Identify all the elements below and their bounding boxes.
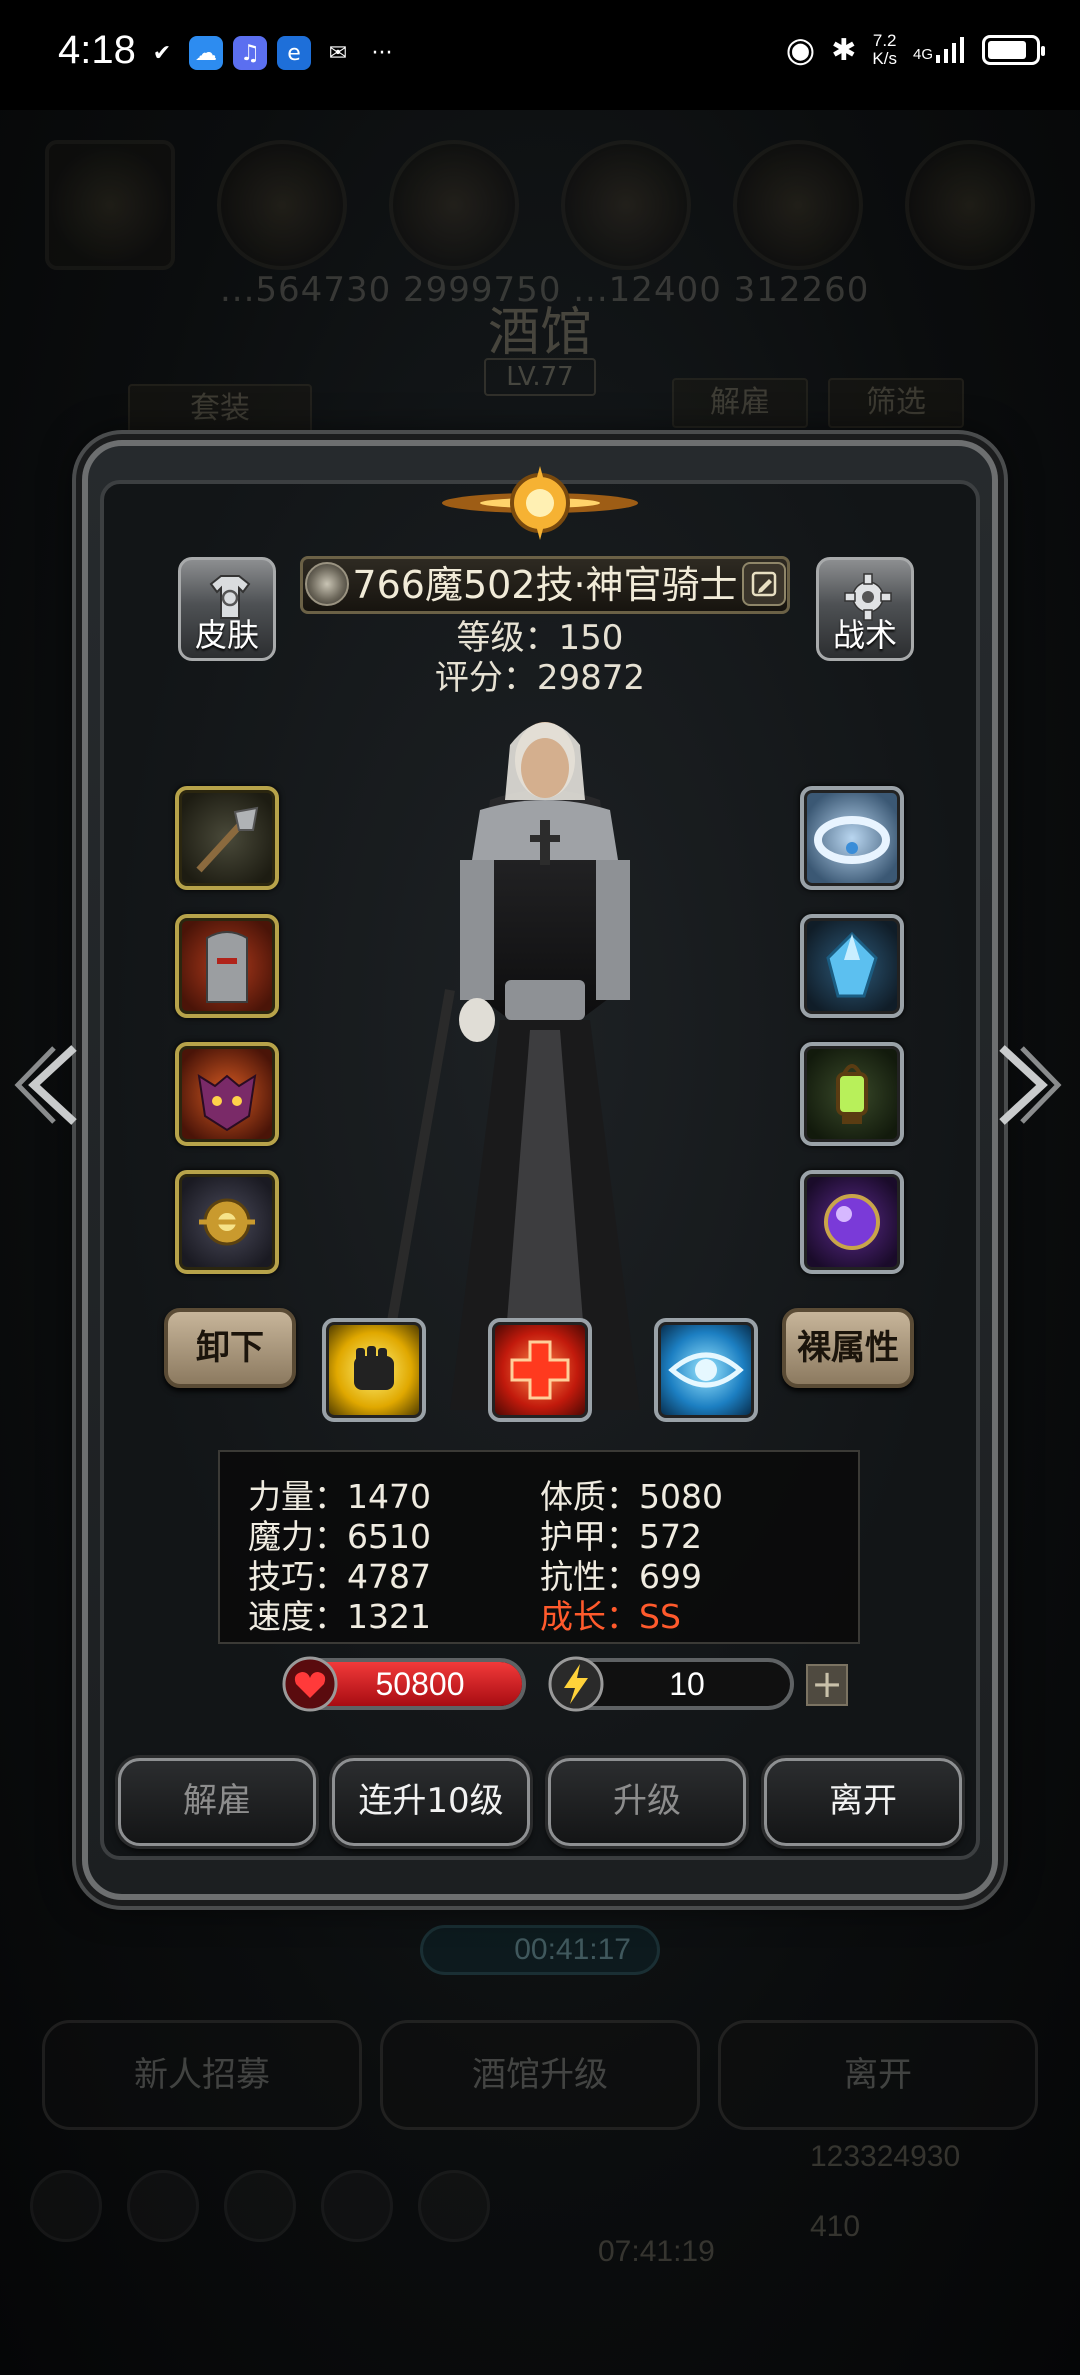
equip-slot-mask[interactable] xyxy=(175,1042,279,1146)
skill-slot-1[interactable] xyxy=(322,1318,426,1422)
roster-hero-icon[interactable] xyxy=(733,140,863,270)
purple-orb-icon xyxy=(824,1194,880,1250)
equip-slot-crystal[interactable] xyxy=(800,914,904,1018)
roster-hero-icon[interactable] xyxy=(389,140,519,270)
equip-slot-amulet[interactable] xyxy=(175,1170,279,1274)
gift-timer: 07:41:19 xyxy=(598,2235,715,2268)
bg-leave-button[interactable]: 离开 xyxy=(718,2020,1038,2130)
filter-button[interactable]: 筛选 xyxy=(828,378,964,428)
menu-icon[interactable] xyxy=(127,2170,199,2242)
skill-slot-2[interactable] xyxy=(488,1318,592,1422)
helmet-icon xyxy=(206,931,248,1003)
gem-amount: 410 xyxy=(810,2210,861,2243)
level-up-button[interactable]: 升级 xyxy=(548,1758,746,1846)
menu-icon[interactable] xyxy=(30,2170,102,2242)
tavern-upgrade-button[interactable]: 酒馆升级 xyxy=(380,2020,700,2130)
sun-emblem-icon xyxy=(442,466,638,540)
pencil-icon xyxy=(751,571,777,597)
golden-amulet-icon xyxy=(199,1198,255,1246)
blue-crystal-icon xyxy=(826,931,878,998)
eye-icon xyxy=(668,1352,744,1388)
mace-icon xyxy=(196,806,259,873)
add-energy-button[interactable]: + xyxy=(806,1664,848,1706)
previous-hero-arrow[interactable] xyxy=(14,1040,84,1130)
system-icons: ◉ ✱ 7.2 K/s 4G xyxy=(785,30,1045,70)
skill-slot-3[interactable] xyxy=(654,1318,758,1422)
eye-comfort-icon: ◉ xyxy=(785,31,816,69)
status-bar: 4:18 ✔ ☁ ♫ e ✉ ··· ◉ ✱ 7.2 K/s 4G xyxy=(0,0,1080,110)
menu-icon[interactable] xyxy=(418,2170,490,2242)
tavern-level: LV.77 xyxy=(484,358,596,396)
heart-icon xyxy=(282,1656,338,1712)
stat-growth: 成长：SS xyxy=(540,1597,681,1636)
tactics-button[interactable]: 战术 xyxy=(816,557,914,661)
menu-icon[interactable] xyxy=(224,2170,296,2242)
level-up-10-button[interactable]: 连升10级 xyxy=(332,1758,530,1846)
recruit-button[interactable]: 新人招募 xyxy=(42,2020,362,2130)
roster-hero-icon[interactable] xyxy=(905,140,1035,270)
notification-icons: ✔ ☁ ♫ e ✉ ··· xyxy=(145,36,399,70)
roster-hero-icon[interactable] xyxy=(561,140,691,270)
network-speed: 7.2 K/s xyxy=(872,31,897,68)
demon-mask-icon xyxy=(197,1074,257,1132)
hero-name: 766魔502技·神官骑士 xyxy=(352,563,738,607)
bottom-menu xyxy=(30,2170,490,2242)
gold-amount: 123324930 xyxy=(810,2140,961,2173)
green-lantern-icon xyxy=(836,1064,868,1124)
heal-cross-icon xyxy=(510,1340,570,1400)
stat-speed: 速度：1321 xyxy=(248,1597,431,1636)
unequip-button[interactable]: 卸下 xyxy=(164,1308,296,1388)
music-app-icon: ♫ xyxy=(233,36,267,70)
fist-icon xyxy=(354,1346,394,1390)
hero-roster-icons xyxy=(45,140,1035,270)
bg-dismiss-button[interactable]: 解雇 xyxy=(672,378,808,428)
roster-hero-icon[interactable] xyxy=(45,140,175,270)
dismiss-button[interactable]: 解雇 xyxy=(118,1758,316,1846)
roster-hero-icon[interactable] xyxy=(217,140,347,270)
more-notifications-icon: ··· xyxy=(371,40,393,66)
edit-name-button[interactable] xyxy=(742,562,786,606)
outfit-button[interactable]: 套装 xyxy=(128,384,312,434)
tactics-label: 战术 xyxy=(832,616,897,654)
lightning-icon xyxy=(548,1656,604,1712)
app-notification-icon: ✔ xyxy=(152,40,172,66)
skin-label: 皮肤 xyxy=(194,616,259,654)
tavern-title: 酒馆 xyxy=(487,303,592,363)
wechat-icon: ✉ xyxy=(328,40,348,66)
equip-slot-orb[interactable] xyxy=(800,1170,904,1274)
menu-icon[interactable] xyxy=(321,2170,393,2242)
equip-slot-weapon[interactable] xyxy=(175,786,279,890)
status-time: 4:18 xyxy=(58,28,136,72)
skin-button[interactable]: 皮肤 xyxy=(178,557,276,661)
base-stats-button[interactable]: 裸属性 xyxy=(782,1308,914,1388)
leave-button[interactable]: 离开 xyxy=(764,1758,962,1846)
recruit-timer: 00:41:17 xyxy=(420,1925,660,1975)
equip-slot-helmet[interactable] xyxy=(175,914,279,1018)
bluetooth-icon: ✱ xyxy=(831,33,857,67)
browser-app-icon: e xyxy=(277,36,311,70)
battery-icon xyxy=(982,35,1045,65)
equip-slot-crown[interactable] xyxy=(800,786,904,890)
equip-slot-lantern[interactable] xyxy=(800,1042,904,1146)
next-hero-arrow[interactable] xyxy=(992,1040,1062,1130)
signal-icon: 4G xyxy=(913,37,966,63)
ice-crown-icon xyxy=(814,816,890,864)
weather-app-icon: ☁ xyxy=(189,36,223,70)
